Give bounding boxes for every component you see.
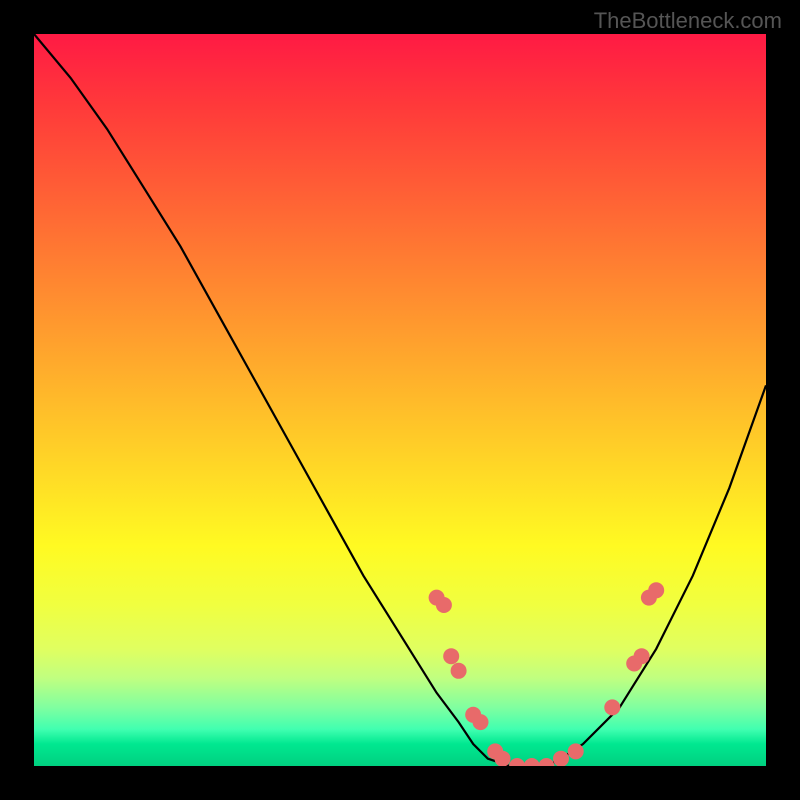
chart-container: TheBottleneck.com <box>0 0 800 800</box>
data-marker <box>568 743 584 759</box>
bottleneck-curve-svg <box>34 34 766 766</box>
data-marker <box>443 648 459 664</box>
data-marker <box>553 751 569 766</box>
data-marker <box>509 758 525 766</box>
data-marker <box>538 758 554 766</box>
data-marker <box>436 597 452 613</box>
watermark-text: TheBottleneck.com <box>594 8 782 34</box>
curve-markers <box>429 582 665 766</box>
data-marker <box>451 663 467 679</box>
bottleneck-curve <box>34 34 766 766</box>
data-marker <box>524 758 540 766</box>
data-marker <box>495 751 511 766</box>
data-marker <box>634 648 650 664</box>
data-marker <box>473 714 489 730</box>
data-marker <box>648 582 664 598</box>
data-marker <box>604 699 620 715</box>
plot-area <box>34 34 766 766</box>
